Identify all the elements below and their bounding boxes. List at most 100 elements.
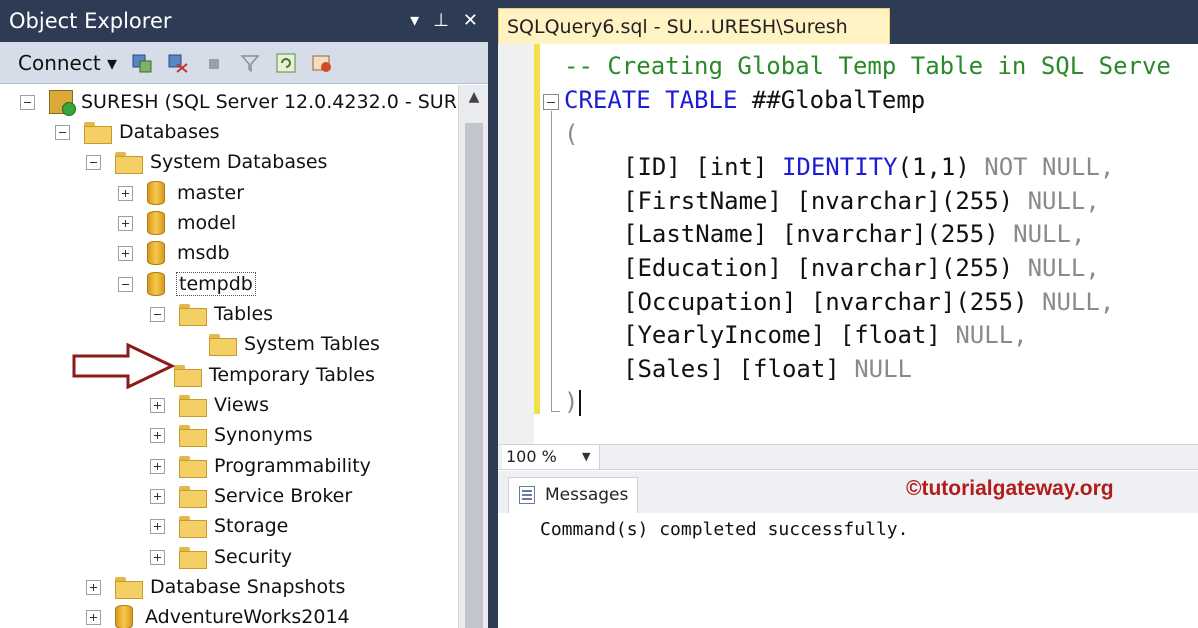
tree-node-label: Tables (214, 303, 274, 325)
folder-icon (174, 365, 202, 387)
expand-icon[interactable] (118, 245, 133, 261)
panel-splitter[interactable] (488, 0, 498, 628)
collapse-icon[interactable] (55, 124, 70, 140)
tree-scrollbar[interactable]: ▲ (458, 85, 488, 628)
query-tab[interactable]: SQLQuery6.sql - SU...URESH\Suresh (52))* (498, 8, 890, 74)
stop-icon[interactable] (203, 52, 225, 74)
expand-icon[interactable] (150, 518, 165, 534)
collapse-icon[interactable] (20, 94, 35, 110)
scroll-up-icon[interactable]: ▲ (459, 89, 489, 105)
tree-node-adventureworks2014[interactable]: AdventureWorks2014 (86, 602, 350, 628)
activity-monitor-icon[interactable] (311, 52, 333, 74)
folder-icon (84, 122, 112, 144)
create-table-keyword: CREATE TABLE (564, 86, 738, 114)
sql-editor[interactable]: -- Creating Global Temp Table in SQL Ser… (498, 44, 1198, 444)
database-icon (147, 241, 165, 265)
expand-icon[interactable] (150, 549, 165, 565)
column-definition: [Education] [nvarchar](255) (623, 254, 1028, 282)
column-definition: [Sales] [float] (623, 355, 855, 383)
tree-node-model[interactable]: model (118, 208, 236, 238)
zoom-bar: 100 % ▼ (498, 444, 1198, 470)
scrollbar-thumb[interactable] (465, 123, 483, 628)
tree-node-service-broker[interactable]: Service Broker (150, 481, 352, 511)
code-line-open-paren: ( (564, 120, 579, 148)
database-icon (147, 181, 165, 205)
tree-node-label: System Databases (150, 151, 328, 173)
expand-icon[interactable] (150, 427, 165, 443)
results-pane: Messages ©tutorialgateway.org Command(s)… (498, 471, 1198, 628)
code-line-comment: -- Creating Global Temp Table in SQL Ser… (564, 52, 1171, 80)
tree-node-label: Databases (119, 121, 220, 143)
close-icon[interactable]: ✕ (463, 0, 478, 42)
results-tabstrip: Messages ©tutorialgateway.org (498, 471, 1198, 513)
code-line-column: [ID] [int] IDENTITY(1,1) NOT NULL, (623, 153, 1114, 181)
nullability: NULL (854, 355, 912, 383)
code-line-column: [Education] [nvarchar](255) NULL, (623, 254, 1100, 282)
object-explorer-tree: SURESH (SQL Server 12.0.4232.0 - SURESH\… (0, 85, 458, 628)
tree-node-server[interactable]: SURESH (SQL Server 12.0.4232.0 - SURESH\ (20, 87, 458, 117)
tree-node-label: Service Broker (214, 485, 353, 507)
expand-icon[interactable] (86, 579, 101, 595)
watermark: ©tutorialgateway.org (906, 477, 1114, 500)
window-position-dropdown-icon[interactable]: ▾ (410, 0, 419, 42)
tree-node-label: msdb (177, 242, 230, 264)
expand-icon[interactable] (150, 458, 165, 474)
messages-tab[interactable]: Messages (508, 477, 638, 513)
object-explorer-panel: Object Explorer ▾ ⊥ ✕ Connect ▾ SURESH (… (0, 0, 492, 628)
tree-node-label: model (177, 212, 237, 234)
filter-icon[interactable] (239, 52, 261, 74)
code-line-column: [FirstName] [nvarchar](255) NULL, (623, 187, 1100, 215)
collapse-icon[interactable] (86, 154, 101, 170)
tree-node-synonyms[interactable]: Synonyms (150, 420, 313, 450)
column-definition: [FirstName] [nvarchar](255) (623, 187, 1028, 215)
expand-icon[interactable] (118, 215, 133, 231)
code-line-close-paren: ) (564, 388, 582, 416)
tree-node-tempdb[interactable]: tempdb (118, 269, 256, 299)
object-explorer-title: Object Explorer (9, 9, 172, 33)
connect-server-icon[interactable] (131, 52, 153, 74)
refresh-icon[interactable] (275, 52, 297, 74)
zoom-value: 100 % (506, 447, 557, 466)
chevron-down-icon[interactable]: ▼ (582, 445, 590, 469)
tree-node-msdb[interactable]: msdb (118, 238, 230, 268)
tree-node-tables[interactable]: Tables (150, 299, 273, 329)
folder-icon (209, 334, 237, 356)
database-icon (147, 211, 165, 235)
folder-icon (179, 425, 207, 447)
tree-node-database-snapshots[interactable]: Database Snapshots (86, 572, 345, 602)
tree-node-databases[interactable]: Databases (55, 117, 220, 147)
code-line-column: [Occupation] [nvarchar](255) NULL, (623, 288, 1114, 316)
disconnect-server-icon[interactable] (167, 52, 189, 74)
messages-tab-label: Messages (545, 485, 629, 505)
outline-collapse-icon[interactable] (543, 94, 559, 110)
expand-icon[interactable] (86, 609, 101, 625)
folder-icon (179, 456, 207, 478)
tree-node-views[interactable]: Views (150, 390, 269, 420)
tree-node-label: AdventureWorks2014 (145, 606, 350, 628)
tree-node-storage[interactable]: Storage (150, 511, 288, 541)
collapse-icon[interactable] (118, 276, 133, 292)
tree-node-master[interactable]: master (118, 178, 244, 208)
expander-placeholder (180, 337, 195, 352)
tree-node-security[interactable]: Security (150, 542, 292, 572)
tree-node-system-databases[interactable]: System Databases (86, 147, 327, 177)
expand-icon[interactable] (118, 185, 133, 201)
collapse-icon[interactable] (150, 306, 165, 322)
pin-icon[interactable]: ⊥ (433, 0, 449, 42)
code-line-column: [YearlyIncome] [float] NULL, (623, 321, 1028, 349)
outline-guide (551, 111, 552, 411)
folder-icon (179, 516, 207, 538)
tree-node-label: Views (214, 394, 269, 416)
tree-node-programmability[interactable]: Programmability (150, 451, 371, 481)
connect-button[interactable]: Connect ▾ (18, 51, 117, 75)
code-line-column: [LastName] [nvarchar](255) NULL, (623, 220, 1085, 248)
tree-node-temporary-tables[interactable]: Temporary Tables (145, 360, 375, 390)
tree-node-label: Synonyms (214, 424, 313, 446)
expand-icon[interactable] (150, 488, 165, 504)
tree-node-label: System Tables (244, 333, 380, 355)
nullability: NULL, (1027, 254, 1100, 282)
tree-node-system-tables[interactable]: System Tables (180, 329, 380, 359)
expand-icon[interactable] (150, 397, 165, 413)
identity-keyword: IDENTITY (781, 153, 898, 181)
code-line-column: [Sales] [float] NULL (623, 355, 912, 383)
